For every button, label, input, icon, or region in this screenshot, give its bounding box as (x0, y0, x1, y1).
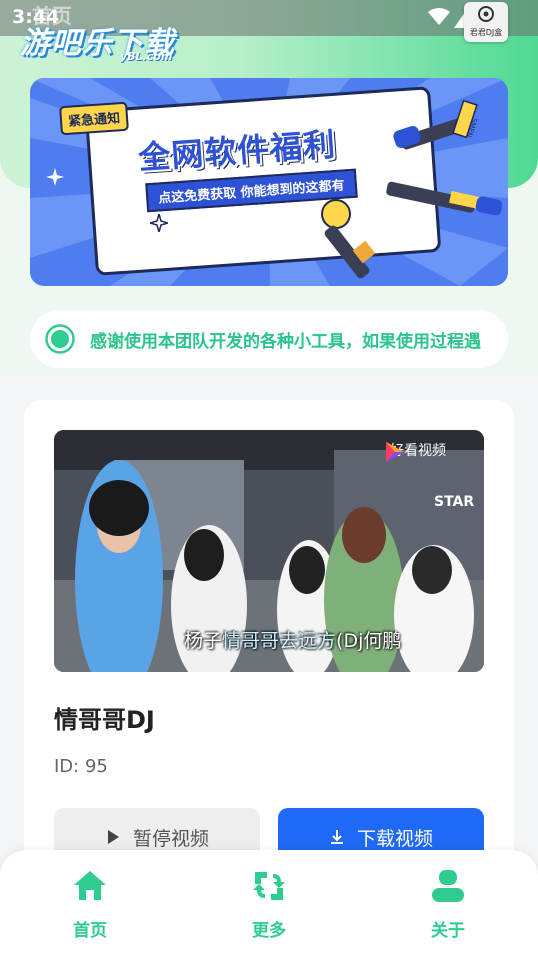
caption-suffix: (Dj何鹏 (336, 630, 402, 652)
caption-prefix: 杨子 (184, 630, 223, 652)
watermark-subtext: yBL.com (120, 50, 173, 63)
nav-item-more[interactable]: 更多 (229, 868, 309, 948)
video-card: STAR 好看视频 杨子情哥哥去远方(Dj何鹏 情哥哥DJ ID: 95 暂停视… (24, 400, 514, 920)
app-badge-label: 君君DJ盒 (469, 28, 503, 37)
notice-bar[interactable]: 感谢使用本团队开发的各种小工具，如果使用过程遇 (30, 310, 508, 368)
refresh-icon (253, 872, 285, 900)
app-badge[interactable]: 君君DJ盒 (464, 2, 508, 42)
play-icon (107, 830, 119, 844)
nav-label-home: 首页 (73, 921, 107, 941)
wifi-icon (428, 8, 450, 25)
video-thumbnail[interactable]: STAR 好看视频 杨子情哥哥去远方(Dj何鹏 (54, 430, 484, 672)
video-id: ID: 95 (54, 756, 108, 777)
notice-text: 感谢使用本团队开发的各种小工具，如果使用过程遇 (90, 332, 481, 352)
star-icon (150, 214, 168, 232)
thumbnail-brand: 好看视频 (384, 440, 446, 462)
app-badge-icon (478, 6, 494, 22)
nav-label-about: 关于 (431, 921, 465, 941)
nav-label-more: 更多 (252, 921, 286, 941)
microphone-icon (321, 199, 376, 279)
star-icon (46, 168, 64, 186)
pause-video-label: 暂停视频 (132, 827, 209, 850)
notice-status-icon (45, 324, 75, 354)
caption-highlight: 情哥哥去远方 (222, 630, 337, 652)
banner-tag: 紧急通知 (59, 101, 129, 136)
video-title: 情哥哥DJ (54, 706, 155, 734)
nav-item-about[interactable]: 关于 (408, 868, 488, 948)
promo-banner[interactable]: 紧急通知 全网软件福利 点这免费获取 你能想到的这都有 SMEN (30, 78, 508, 286)
user-icon (432, 870, 464, 902)
storefront-sign: STAR (434, 494, 474, 510)
download-icon (330, 830, 343, 844)
download-video-label: 下载视频 (356, 827, 433, 850)
bottom-nav: 首页 更多 关于 (0, 850, 538, 956)
nav-item-home[interactable]: 首页 (50, 868, 130, 948)
microphone-icon: SMEN (393, 99, 479, 150)
home-icon (74, 871, 106, 900)
thumbnail-caption: 杨子情哥哥去远方(Dj何鹏 (184, 626, 401, 653)
play-logo-icon (386, 442, 404, 462)
